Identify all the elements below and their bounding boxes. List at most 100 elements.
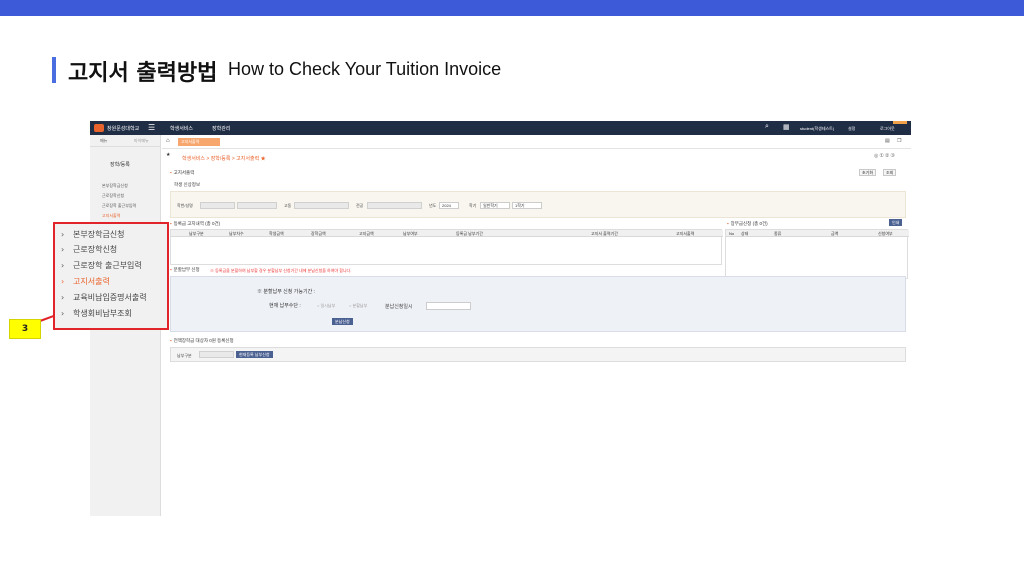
highlighted-menu-callout: › 본부장학금신청 › 근로장학신청 › 근로장학 출근부입력 › 고지서출력 …	[53, 222, 169, 330]
split-period-label: ※ 분할납부 신청 가능기간 :	[257, 289, 315, 295]
sidebar-item-invoice[interactable]: 고지서출력	[102, 213, 120, 219]
year-label: 년도	[429, 203, 437, 208]
grid-menu-icon[interactable]: ▦	[783, 123, 790, 131]
col-invoice-amount: 고지금액	[359, 231, 374, 236]
print-button[interactable]: 인쇄	[889, 219, 903, 226]
callout-item-invoice[interactable]: 고지서출력	[73, 276, 110, 287]
filter-section-label: 학생 신상정보	[174, 182, 201, 187]
top-menu-student-service[interactable]: 학생서비스	[170, 125, 193, 132]
user-name[interactable]: student(학생테스트)	[800, 126, 834, 132]
slide-title-korean: 고지서 출력방법	[68, 61, 218, 86]
side-table: No 상태 종류 금액 신청여부	[725, 229, 909, 279]
radio-installment[interactable]: ○ 분할납부	[349, 303, 367, 309]
search-icon[interactable]: ⌕	[765, 123, 769, 131]
sidebar-item-work-scholarship[interactable]: 근로장학신청	[102, 193, 124, 199]
callout-item-scholarship[interactable]: 본부장학금신청	[73, 229, 125, 240]
graduate-apply-button[interactable]: 현재등록 납부신청	[236, 351, 273, 358]
col-pay-period: 등록금 납부기간	[456, 231, 483, 236]
sidebar-item-scholarship-apply[interactable]: 본부장학금신청	[102, 183, 128, 189]
reset-button[interactable]: 초기화	[859, 169, 877, 176]
term-type-select[interactable]: 일반학기	[480, 202, 510, 209]
slide: 고지서 출력방법 How to Check Your Tuition Invoi…	[0, 0, 1024, 576]
col-no: No	[729, 231, 735, 236]
col-amount: 금액	[831, 231, 839, 236]
term-select[interactable]: 1학기	[512, 202, 542, 209]
callout-item-attendance[interactable]: 근로장학 출근부입력	[73, 260, 142, 271]
col-paid: 납부여부	[403, 231, 418, 236]
slide-title-english: How to Check Your Tuition Invoice	[228, 59, 502, 79]
top-band	[0, 0, 1024, 16]
student-name-field[interactable]	[237, 202, 277, 209]
split-notice: ※ 등록금을 분할하여 납부할 경우 분할납부 신청기간 내에 분납신청을 하여…	[210, 268, 352, 273]
tab-bar: ⌂ 고지서출력 ▤ ❐	[162, 135, 911, 149]
main-panel: ⌂ 고지서출력 ▤ ❐ ★ 학생서비스 > 장학/등록 > 고지서출력 ★ ◎①…	[162, 135, 911, 516]
invoice-table-title: ▪ 등록금 고지내역 (총 0건)	[170, 221, 221, 226]
chevron-right-icon: ›	[61, 309, 65, 318]
radio-lump-sum[interactable]: ○ 일시납부	[317, 303, 335, 309]
major-label: 전공	[356, 203, 364, 208]
app-screenshot: 창원문성대학교 ☰ 학생서비스 장학관리 ⌕ ▦ student(학생테스트) …	[90, 121, 911, 516]
chevron-right-icon: ›	[61, 293, 65, 302]
pay-method-label: 현재 납부수단 :	[269, 303, 301, 309]
settings-link[interactable]: 설정	[848, 126, 855, 132]
col-pay-type: 납부구분	[189, 231, 204, 236]
col-student-amount: 학생금액	[269, 231, 284, 236]
col-applied: 신청여부	[878, 231, 893, 236]
side-table-header: No 상태 종류 금액 신청여부	[726, 230, 909, 237]
col-print-period: 고지서 출력기간	[591, 231, 618, 236]
split-date-field[interactable]	[426, 302, 471, 310]
col-scholarship-amount: 장학금액	[311, 231, 326, 236]
callout-item-work[interactable]: 근로장학신청	[73, 244, 117, 255]
graduate-pay-label: 납부구분	[177, 353, 192, 358]
split-apply-button[interactable]: 분납신청	[332, 318, 353, 325]
chevron-right-icon: ›	[61, 261, 65, 270]
header-badge	[893, 121, 907, 124]
split-title: ▪ 분할납부 신청	[170, 267, 200, 272]
pin-icon: ★	[166, 152, 171, 158]
chevron-right-icon: ›	[61, 245, 65, 254]
graduate-title: ▪ 전액장학금 대상자 0원 등록신청	[170, 338, 234, 343]
tab-list-icon[interactable]: ▤	[885, 138, 890, 144]
top-menu-scholarship[interactable]: 장학관리	[212, 125, 230, 132]
page-tool-icons[interactable]: ◎①②③	[874, 153, 896, 159]
breadcrumb: 학생서비스 > 장학/등록 > 고지서출력 ★	[182, 156, 266, 162]
search-button[interactable]: 조회	[883, 169, 897, 176]
split-date-label: 분납신청일시	[385, 304, 413, 310]
callout-item-council-fee[interactable]: 학생회비납부조회	[73, 308, 132, 319]
invoice-table-header: 납부구분 납부차수 학생금액 장학금액 고지금액 납부여부 등록금 납부기간 고…	[171, 230, 723, 237]
graduate-pay-field[interactable]	[199, 351, 234, 358]
student-label: 학번/성명	[177, 203, 193, 208]
graduate-panel: 납부구분 현재등록 납부신청	[170, 347, 906, 362]
page-heading: ▪ 고지서출력	[170, 170, 195, 175]
tab-menu[interactable]: 메뉴	[100, 138, 107, 144]
side-table-title: ▪ 장부금신청 (총 0건)	[727, 221, 768, 226]
chevron-right-icon: ›	[61, 277, 65, 286]
major-field[interactable]	[367, 202, 422, 209]
split-panel: ※ 분할납부 신청 가능기간 : 현재 납부수단 : ○ 일시납부 ○ 분할납부…	[170, 276, 906, 332]
app-header: 창원문성대학교 ☰ 학생서비스 장학관리 ⌕ ▦ student(학생테스트) …	[90, 121, 911, 135]
callout-item-edu-cert[interactable]: 교육비납입증명서출력	[73, 292, 147, 303]
school-logo-icon[interactable]	[94, 124, 104, 132]
col-status: 상태	[741, 231, 749, 236]
invoice-table: 납부구분 납부차수 학생금액 장학금액 고지금액 납부여부 등록금 납부기간 고…	[170, 229, 723, 265]
sidebar-title: 장학/등록	[110, 162, 130, 168]
sidebar-item-attendance[interactable]: 근로장학 출근부입력	[102, 203, 136, 209]
student-id-field[interactable]	[200, 202, 235, 209]
title-accent-bar	[52, 57, 56, 83]
tab-window-icon[interactable]: ❐	[897, 138, 901, 144]
tab-invoice[interactable]: 고지서출력	[178, 138, 220, 146]
hamburger-menu-icon[interactable]: ☰	[148, 123, 155, 132]
year-select[interactable]: 2024	[439, 202, 459, 209]
grade-field[interactable]	[294, 202, 349, 209]
term-label: 학기	[469, 203, 477, 208]
step-badge: 3	[9, 319, 41, 339]
chevron-right-icon: ›	[61, 230, 65, 239]
logout-link[interactable]: 로그아웃	[880, 126, 895, 132]
home-icon[interactable]: ⌂	[166, 138, 170, 144]
col-print: 고지서출력	[676, 231, 695, 236]
col-pay-round: 납부차수	[229, 231, 244, 236]
sidebar-tabs: 메뉴 마이메뉴	[90, 135, 161, 147]
col-kind: 종류	[774, 231, 782, 236]
tab-my-menu[interactable]: 마이메뉴	[134, 138, 149, 144]
filter-panel: 학번/성명 고동 전공 년도 2024 학기 일반학기 1학기	[170, 191, 906, 218]
